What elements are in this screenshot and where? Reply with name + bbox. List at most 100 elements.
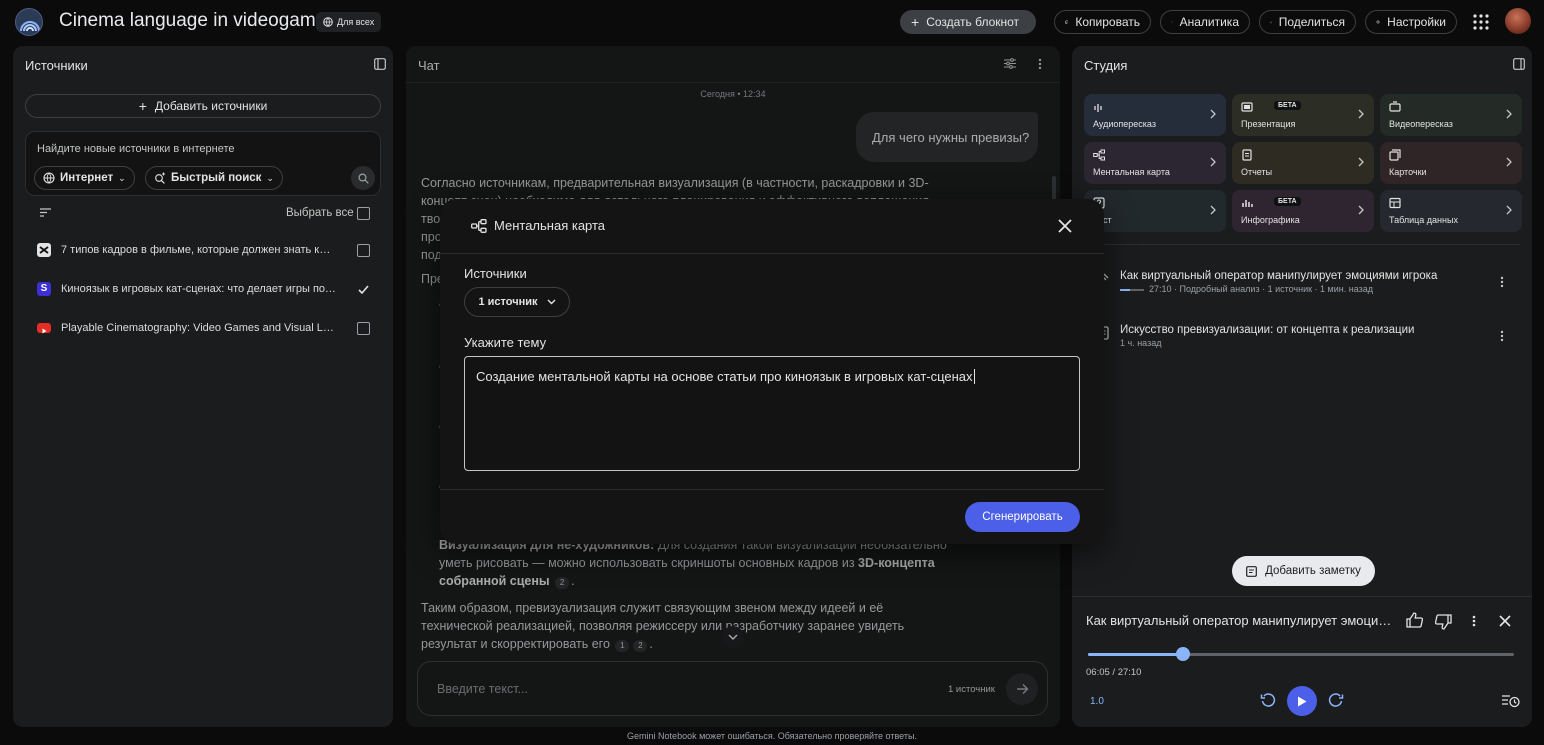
web-search-input[interactable]: Найдите новые источники в интернете — [37, 143, 235, 155]
more-vert-icon[interactable] — [1500, 330, 1504, 342]
thumb-down-icon[interactable] — [1435, 614, 1452, 630]
topic-textarea[interactable]: Создание ментальной карты на основе стат… — [464, 356, 1080, 471]
collapse-panel-icon[interactable] — [374, 58, 386, 70]
user-avatar[interactable] — [1505, 8, 1531, 34]
add-note-label: Добавить заметку — [1265, 565, 1361, 577]
chevron-down-icon: ⌄ — [266, 172, 274, 183]
note-icon — [1246, 565, 1257, 577]
search-icon — [357, 172, 369, 184]
select-all-label: Выбрать все — [286, 207, 354, 219]
globe-icon — [43, 172, 55, 184]
checkmark-icon[interactable] — [357, 283, 370, 296]
audio-icon — [1094, 104, 1102, 112]
site-s-icon: S — [37, 282, 51, 296]
playback-speed-button[interactable]: 1.0 — [1090, 696, 1104, 707]
source-item[interactable]: S Киноязык в игровых кат-сценах: что дел… — [13, 275, 393, 305]
rewind-10-icon[interactable] — [1260, 692, 1277, 709]
plus-icon: + — [911, 14, 920, 30]
chevron-down-icon — [547, 299, 556, 305]
studio-tile[interactable]: Аудиопересказ — [1084, 94, 1226, 136]
select-all-checkbox[interactable] — [357, 207, 370, 220]
notebook-title[interactable]: Cinema language in videogames — [59, 10, 336, 32]
playlist-clock-icon[interactable] — [1502, 694, 1520, 708]
copy-button[interactable]: Копировать — [1054, 10, 1151, 34]
web-source-chip[interactable]: Интернет ⌄ — [34, 166, 135, 190]
note-progress — [1120, 289, 1144, 291]
source-checkbox[interactable] — [357, 244, 370, 257]
studio-tile[interactable]: Отчеты — [1232, 142, 1374, 184]
create-notebook-button[interactable]: + Создать блокнот — [900, 10, 1036, 34]
chevron-right-icon — [1506, 157, 1512, 167]
play-button[interactable] — [1287, 686, 1317, 716]
capcut-icon — [37, 243, 51, 257]
copy-label: Копировать — [1075, 15, 1140, 29]
player-title: Как виртуальный оператор манипулирует эм… — [1086, 613, 1396, 628]
source-item[interactable]: Playable Cinematography: Video Games and… — [13, 314, 393, 344]
analytics-button[interactable]: Аналитика — [1160, 10, 1250, 34]
filter-sort-icon[interactable] — [40, 208, 51, 217]
player-scrubber-handle[interactable] — [1176, 647, 1191, 661]
player-time: 06:05 / 27:10 — [1086, 667, 1142, 678]
studio-tile-label: Карточки — [1389, 167, 1427, 177]
studio-tile[interactable]: Видеопересказ — [1380, 94, 1522, 136]
chevron-right-icon — [1210, 157, 1216, 167]
studio-note-item[interactable]: Искусство превизуализации: от концепта к… — [1094, 324, 1514, 354]
close-icon[interactable] — [1056, 217, 1074, 235]
thumb-up-icon[interactable] — [1406, 612, 1423, 628]
beta-badge: БЕТА — [1274, 197, 1301, 206]
analytics-label: Аналитика — [1179, 15, 1239, 29]
play-icon — [1298, 696, 1307, 706]
studio-tile[interactable]: БЕТА Инфографика — [1232, 190, 1374, 232]
sources-field-label: Источники — [464, 266, 527, 281]
add-sources-label: Добавить источники — [154, 99, 268, 113]
mindmap-icon — [471, 219, 487, 233]
sources-dropdown-value: 1 источник — [478, 296, 538, 308]
sparkle-search-icon — [155, 172, 165, 184]
studio-tile[interactable]: Карточки — [1380, 142, 1522, 184]
app-logo[interactable] — [15, 8, 43, 36]
share-label: Поделиться — [1278, 15, 1345, 29]
gear-icon — [1376, 20, 1380, 24]
collapse-panel-icon[interactable] — [1513, 58, 1525, 70]
top-bar: Cinema language in videogames Для всех +… — [0, 0, 1544, 44]
studio-tile[interactable]: БЕТА Презентация — [1232, 94, 1374, 136]
studio-tile-label: Отчеты — [1241, 167, 1273, 177]
studio-note-item[interactable]: Как виртуальный оператор манипулирует эм… — [1094, 270, 1514, 300]
web-chip-label: Интернет — [60, 172, 114, 184]
source-checkbox[interactable] — [357, 322, 370, 335]
generate-button[interactable]: Сгенерировать — [965, 502, 1080, 532]
submit-search-button[interactable] — [351, 166, 375, 190]
share-button[interactable]: Поделиться — [1259, 10, 1356, 34]
close-icon[interactable] — [1499, 615, 1511, 627]
more-vert-icon[interactable] — [1500, 276, 1504, 288]
player-progress-track[interactable] — [1088, 647, 1514, 661]
forward-10-icon[interactable] — [1327, 692, 1344, 709]
source-item[interactable]: 7 типов кадров в фильме, которые должен … — [13, 236, 393, 266]
studio-title: Студия — [1084, 58, 1128, 73]
studio-tile[interactable]: Ментальная карта — [1084, 142, 1226, 184]
add-note-button[interactable]: Добавить заметку — [1232, 556, 1375, 586]
add-sources-button[interactable]: + Добавить источники — [25, 94, 381, 118]
studio-panel: Студия Аудиопересказ БЕТА Презентация Видео… — [1072, 46, 1532, 727]
chevron-right-icon — [1358, 205, 1364, 215]
studio-tile[interactable]: Таблица данных — [1380, 190, 1522, 232]
note-title: Как виртуальный оператор манипулирует эм… — [1120, 270, 1438, 282]
text-cursor — [973, 369, 975, 384]
cards-icon — [1389, 149, 1401, 161]
visibility-badge[interactable]: Для всех — [316, 12, 382, 32]
audio-player: Как виртуальный оператор манипулирует эм… — [1072, 596, 1532, 727]
sources-dropdown[interactable]: 1 источник — [464, 287, 570, 317]
web-search-box: Найдите новые источники в интернете Инте… — [25, 131, 381, 196]
mindmap-icon — [1093, 149, 1105, 161]
table-icon — [1389, 197, 1401, 209]
mindmap-dialog: Ментальная карта Источники 1 источник Ук… — [440, 199, 1104, 544]
apps-grid-icon[interactable] — [1472, 13, 1490, 31]
fast-search-chip[interactable]: Быстрый поиск ⌄ — [145, 166, 283, 190]
settings-button[interactable]: Настройки — [1365, 10, 1457, 34]
sources-panel: Источники + Добавить источники Найдите н… — [13, 46, 393, 727]
studio-tile[interactable]: Тест — [1084, 190, 1226, 232]
more-vert-icon[interactable] — [1472, 615, 1476, 627]
studio-tile-label: Аудиопересказ — [1093, 119, 1156, 129]
beta-badge: БЕТА — [1274, 101, 1301, 110]
infographic-icon — [1242, 200, 1253, 207]
